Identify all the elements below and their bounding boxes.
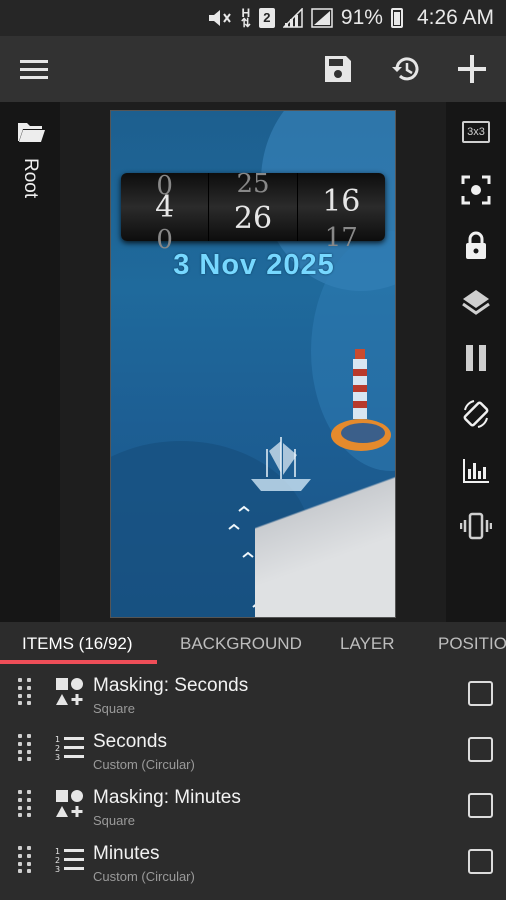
clock-ghost-digit: 0 [156, 171, 173, 201]
save-icon[interactable] [318, 49, 358, 89]
preview-canvas[interactable]: 0 4 0 25 26 16 17 3 Nov 2025 [110, 110, 396, 618]
editor-area: Root 0 4 0 25 26 16 17 3 Nov 2025 3x3 [0, 102, 506, 622]
network-type-icon: H ⇅ [240, 6, 251, 30]
right-rail: 3x3 [446, 102, 506, 622]
shore-rocks [255, 467, 395, 617]
mute-icon [207, 8, 233, 28]
tab-layer[interactable]: LAYER [340, 622, 395, 664]
pause-icon[interactable] [456, 338, 496, 378]
signal-icon [311, 8, 333, 28]
item-checkbox[interactable] [468, 681, 493, 706]
item-subtitle: Custom (Circular) [93, 869, 195, 884]
layers-icon[interactable] [456, 282, 496, 322]
svg-text:2: 2 [55, 856, 60, 865]
battery-icon [390, 8, 403, 28]
list-item[interactable]: Masking: Minutes Square [0, 776, 506, 832]
list-item[interactable]: 123 Seconds Custom (Circular) [0, 720, 506, 776]
item-title: Masking: Seconds [93, 675, 249, 696]
clock-dial-hours: 0 4 0 [121, 171, 210, 255]
shapes-icon [54, 788, 86, 820]
date-text[interactable]: 3 Nov 2025 [111, 249, 395, 282]
root-label[interactable]: Root [19, 158, 41, 198]
item-title: Seconds [93, 731, 167, 752]
clock-digit: 26 [233, 200, 273, 236]
add-icon[interactable] [452, 49, 492, 89]
drag-handle-icon[interactable] [18, 734, 32, 762]
svg-text:2: 2 [55, 744, 60, 753]
history-icon[interactable] [385, 49, 425, 89]
lock-icon[interactable] [456, 226, 496, 266]
numbered-list-icon: 123 [54, 844, 86, 876]
tab-background[interactable]: BACKGROUND [180, 622, 302, 664]
item-subtitle: Square [93, 813, 135, 828]
drag-handle-icon[interactable] [18, 846, 32, 874]
sim-icon: 2 [258, 8, 275, 28]
item-subtitle: Square [93, 701, 135, 716]
clock-digit: 16 [322, 183, 361, 219]
flip-clock-widget[interactable]: 0 4 0 25 26 16 17 [121, 169, 385, 255]
signal-icon [282, 8, 303, 28]
menu-icon[interactable] [14, 49, 54, 89]
svg-text:1: 1 [55, 735, 60, 744]
item-subtitle: Custom (Circular) [93, 757, 195, 772]
tab-bar: ITEMS (16/92) BACKGROUND LAYER POSITIO [0, 622, 506, 664]
numbered-list-icon: 123 [54, 732, 86, 764]
svg-text:1: 1 [55, 847, 60, 856]
drag-handle-icon[interactable] [18, 790, 32, 818]
item-checkbox[interactable] [468, 737, 493, 762]
items-list: Masking: Seconds Square 123 Seconds Cust… [0, 664, 506, 900]
list-item[interactable]: 123 Minutes Custom (Circular) [0, 832, 506, 888]
battery-percent: 91% [340, 6, 383, 29]
tab-items[interactable]: ITEMS (16/92) [22, 622, 133, 664]
item-checkbox[interactable] [468, 793, 493, 818]
list-item[interactable]: Masking: Seconds Square [0, 664, 506, 720]
svg-text:3: 3 [55, 865, 60, 874]
clock-dial-minutes: 25 26 [209, 169, 298, 241]
item-title: Masking: Minutes [93, 787, 241, 808]
clock-ghost-digit: 25 [236, 169, 270, 199]
folder-open-icon[interactable] [16, 120, 46, 149]
svg-text:3: 3 [55, 753, 60, 762]
shapes-icon [54, 676, 86, 708]
grid-3x3-icon[interactable]: 3x3 [456, 112, 496, 152]
toolbar [0, 36, 506, 102]
item-checkbox[interactable] [468, 849, 493, 874]
item-title: Minutes [93, 843, 160, 864]
focus-icon[interactable] [456, 170, 496, 210]
clock-time: 4:26 AM [416, 6, 494, 29]
rotate-icon[interactable] [456, 394, 496, 434]
left-rail: Root [0, 102, 60, 622]
grid-3x3-label: 3x3 [462, 121, 490, 143]
drag-handle-icon[interactable] [18, 678, 32, 706]
lighthouse-image [331, 349, 391, 451]
vibrate-icon[interactable] [456, 506, 496, 546]
status-bar: H ⇅ 2 91% 4:26 AM [0, 0, 506, 36]
clock-dial-seconds: 16 17 [298, 173, 385, 254]
equalizer-icon[interactable] [456, 450, 496, 490]
tab-position[interactable]: POSITIO [438, 622, 506, 664]
